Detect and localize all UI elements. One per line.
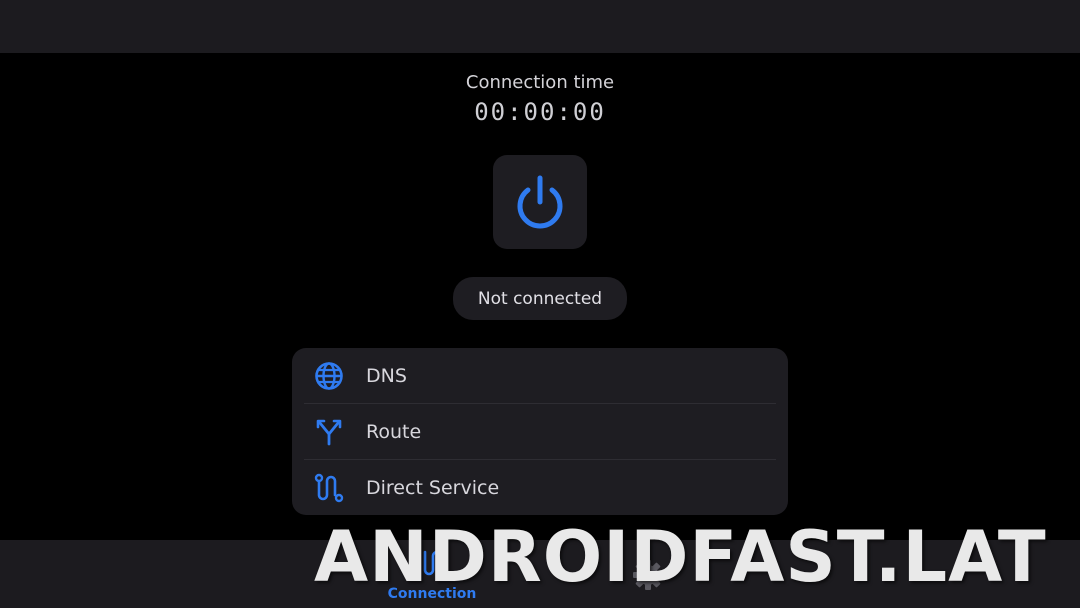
option-dns[interactable]: DNS (304, 348, 776, 404)
option-direct-service[interactable]: Direct Service (304, 460, 776, 516)
top-app-bar (0, 0, 1080, 53)
options-card: DNS Route Direct Service (292, 348, 788, 515)
power-button[interactable] (493, 155, 587, 249)
watermark-text: ANDROIDFAST.LAT (314, 516, 1047, 598)
connection-timer: 00:00:00 (474, 98, 606, 126)
option-label: Direct Service (366, 477, 500, 499)
option-route[interactable]: Route (304, 404, 776, 460)
connection-time-label: Connection time (465, 72, 615, 93)
globe-icon (314, 361, 344, 391)
power-icon (517, 175, 563, 229)
option-label: Route (366, 421, 422, 443)
connection-status-text: Not connected (477, 288, 603, 309)
path-icon (314, 473, 344, 503)
connection-status-badge: Not connected (453, 277, 627, 320)
option-label: DNS (366, 365, 407, 387)
route-split-icon (314, 417, 344, 447)
